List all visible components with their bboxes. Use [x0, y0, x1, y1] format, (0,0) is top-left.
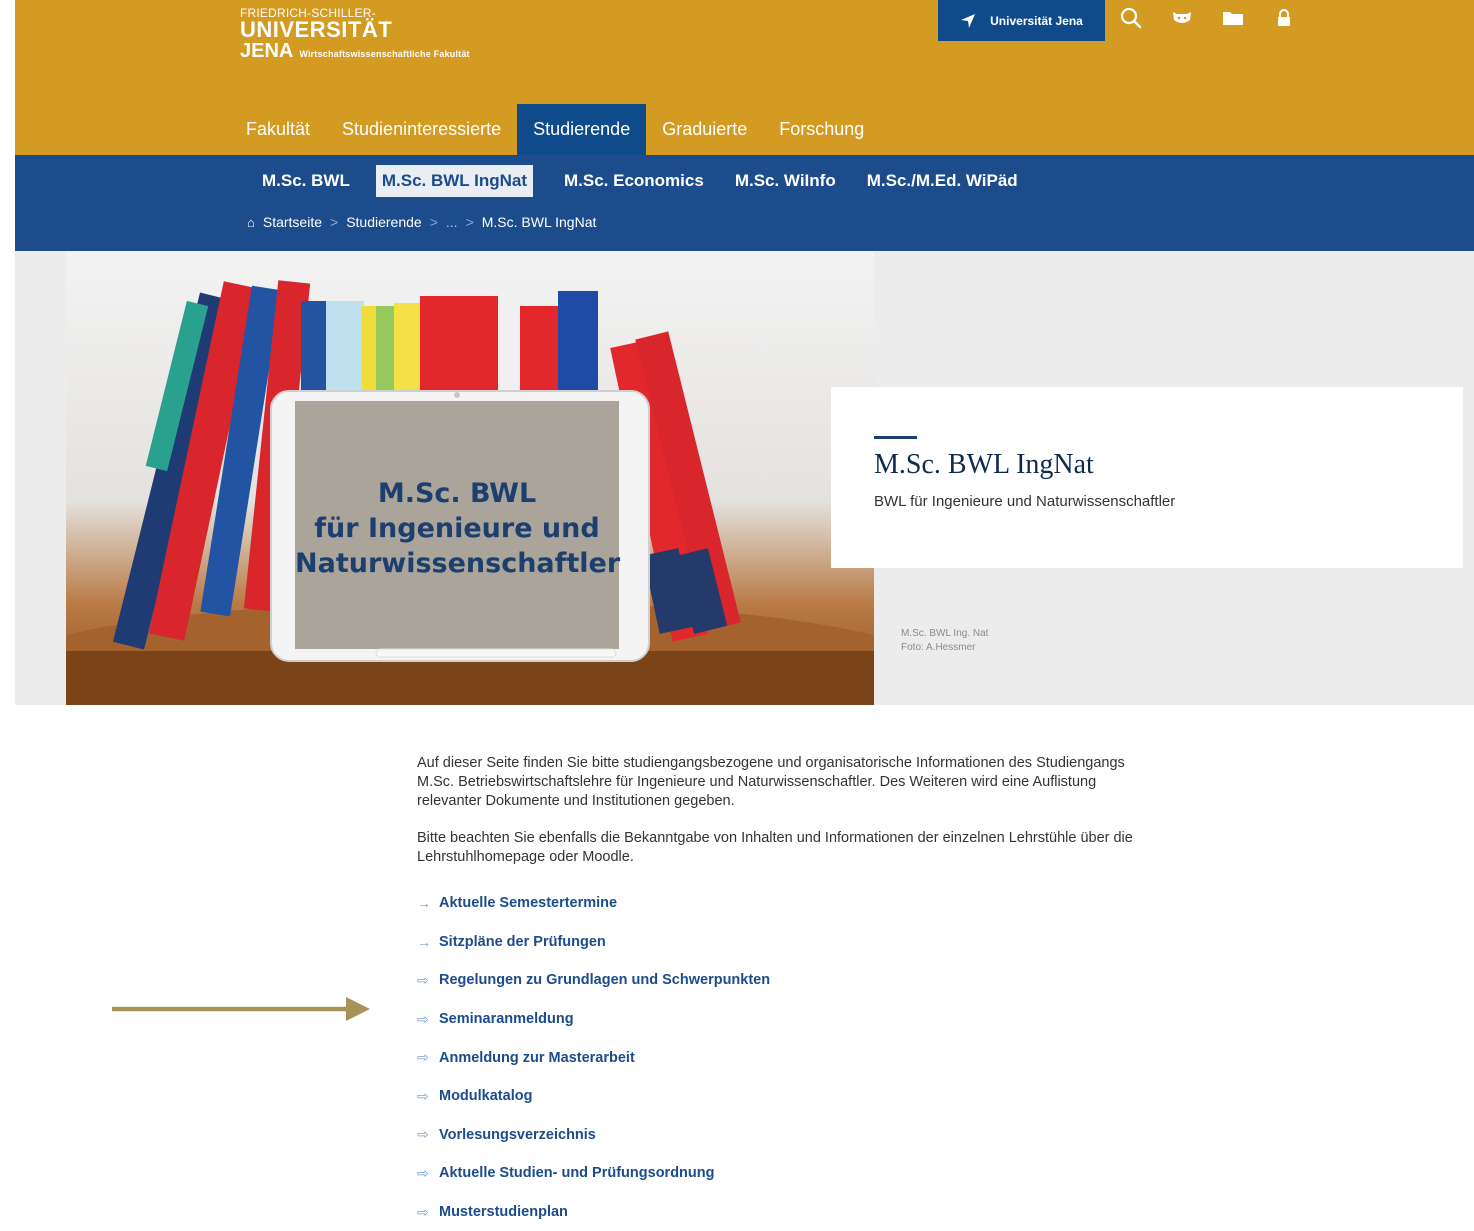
link-seminaranmeldung[interactable]: ⇨ Seminaranmeldung — [417, 1000, 770, 1039]
caption-line-2: Foto: A.Hessmer — [901, 642, 976, 653]
hero-title-card: M.Sc. BWL IngNat BWL für Ingenieure und … — [831, 387, 1463, 568]
subnav-msc-economics[interactable]: M.Sc. Economics — [549, 165, 714, 197]
link-label[interactable]: Aktuelle Semestertermine — [439, 895, 617, 911]
nav-studieninteressierte[interactable]: Studieninteressierte — [326, 104, 517, 155]
home-icon[interactable]: ⌂ — [247, 215, 255, 230]
university-logo[interactable]: FRIEDRICH-SCHILLER- UNIVERSITÄT JENA Wirt… — [240, 6, 470, 65]
sub-navigation-bar: M.Sc. BWL M.Sc. BWL IngNat M.Sc. Economi… — [15, 155, 1474, 251]
link-label[interactable]: Musterstudienplan — [439, 1204, 568, 1220]
link-modulkatalog[interactable]: ⇨ Modulkatalog — [417, 1077, 770, 1116]
link-anmeldung-masterarbeit[interactable]: ⇨ Anmeldung zur Masterarbeit — [417, 1038, 770, 1077]
page-subtitle: BWL für Ingenieure und Naturwissenschaft… — [874, 493, 1176, 510]
link-label[interactable]: Aktuelle Studien- und Prüfungsordnung — [439, 1165, 714, 1181]
breadcrumb-home[interactable]: Startseite — [263, 214, 322, 230]
sub-navigation: M.Sc. BWL M.Sc. BWL IngNat M.Sc. Economi… — [247, 165, 1028, 197]
breadcrumb-separator: > — [330, 214, 339, 230]
logo-line-3: JENA Wirtschaftswissenschaftliche Fakultä… — [240, 40, 470, 65]
hero-image: M.Sc. BWL für Ingenieure und Naturwissen… — [66, 251, 874, 705]
nav-fakultaet[interactable]: Fakultät — [230, 104, 326, 155]
intro-paragraph-2: Bitte beachten Sie ebenfalls die Bekannt… — [417, 830, 1133, 865]
external-link-icon: ⇨ — [417, 1010, 429, 1027]
page-title: M.Sc. BWL IngNat — [874, 449, 1094, 480]
breadcrumb: ⌂ Startseite > Studierende > ... > M.Sc.… — [247, 214, 596, 230]
caption-line-1: M.Sc. BWL Ing. Nat — [901, 628, 989, 639]
tablet-text-line-2: für Ingenieure und — [314, 513, 600, 544]
image-caption: M.Sc. BWL Ing. Nat Foto: A.Hessmer — [901, 627, 988, 655]
title-accent-bar — [874, 436, 917, 439]
external-link-icon: ⇨ — [417, 1203, 429, 1220]
link-label[interactable]: Sitzpläne der Prüfungen — [439, 934, 606, 950]
external-link-icon: ⇨ — [417, 971, 429, 988]
link-label[interactable]: Anmeldung zur Masterarbeit — [439, 1050, 635, 1066]
link-label[interactable]: Seminaranmeldung — [439, 1011, 574, 1027]
nav-graduierte[interactable]: Graduierte — [646, 104, 763, 155]
breadcrumb-ellipsis[interactable]: ... — [446, 214, 458, 230]
link-sitzplaene[interactable]: → Sitzpläne der Prüfungen — [417, 923, 770, 962]
subnav-msc-wipaed[interactable]: M.Sc./M.Ed. WiPäd — [852, 165, 1028, 197]
link-list: → Aktuelle Semestertermine → Sitzpläne d… — [417, 884, 770, 1231]
breadcrumb-current: M.Sc. BWL IngNat — [481, 214, 597, 230]
link-vorlesungsverzeichnis[interactable]: ⇨ Vorlesungsverzeichnis — [417, 1116, 770, 1155]
arrow-right-icon: → — [417, 895, 431, 912]
nav-studierende[interactable]: Studierende — [517, 104, 647, 155]
breadcrumb-separator: > — [429, 214, 438, 230]
subnav-msc-wiinfo[interactable]: M.Sc. WiInfo — [720, 165, 846, 197]
main-navigation: Fakultät Studieninteressierte Studierend… — [230, 104, 880, 155]
tablet-text-line-1: M.Sc. BWL — [377, 478, 537, 509]
arrow-right-icon: → — [417, 933, 431, 950]
annotation-arrow-icon — [112, 997, 370, 1021]
link-musterstudienplan[interactable]: ⇨ Musterstudienplan — [417, 1193, 770, 1231]
link-label[interactable]: Regelungen zu Grundlagen und Schwerpunkt… — [439, 972, 770, 988]
link-label[interactable]: Modulkatalog — [439, 1088, 532, 1104]
external-link-icon: ⇨ — [417, 1087, 429, 1104]
tablet-text: M.Sc. BWL für Ingenieure und Naturwissen… — [295, 476, 621, 581]
cat-icon[interactable] — [1170, 6, 1194, 30]
link-label[interactable]: Vorlesungsverzeichnis — [439, 1127, 596, 1143]
search-icon[interactable] — [1119, 6, 1143, 30]
universitaet-jena-button[interactable]: Universität Jena — [938, 0, 1105, 41]
nav-forschung[interactable]: Forschung — [763, 104, 880, 155]
intro-content: Auf dieser Seite finden Sie bitte studie… — [417, 754, 1157, 885]
location-arrow-icon — [961, 13, 976, 28]
logo-line-2: UNIVERSITÄT — [240, 17, 393, 42]
logo-jena: JENA — [240, 40, 294, 62]
link-aktuelle-semestertermine[interactable]: → Aktuelle Semestertermine — [417, 884, 770, 923]
folder-icon[interactable] — [1221, 6, 1245, 30]
breadcrumb-studierende[interactable]: Studierende — [346, 214, 422, 230]
tablet-text-line-3: Naturwissenschaftler — [295, 548, 621, 579]
breadcrumb-separator: > — [465, 214, 474, 230]
logo-faculty: Wirtschaftswissenschaftliche Fakultät — [299, 49, 470, 59]
subnav-msc-bwl-ingnat[interactable]: M.Sc. BWL IngNat — [375, 165, 533, 197]
universitaet-jena-label: Universität Jena — [990, 13, 1083, 28]
lock-icon[interactable] — [1272, 6, 1296, 30]
link-pruefungsordnung[interactable]: ⇨ Aktuelle Studien- und Prüfungsordnung — [417, 1154, 770, 1193]
link-regelungen[interactable]: ⇨ Regelungen zu Grundlagen und Schwerpun… — [417, 961, 770, 1000]
subnav-msc-bwl[interactable]: M.Sc. BWL — [247, 165, 360, 197]
external-link-icon: ⇨ — [417, 1049, 429, 1066]
external-link-icon: ⇨ — [417, 1126, 429, 1143]
external-link-icon: ⇨ — [417, 1164, 429, 1181]
intro-paragraph-1: Auf dieser Seite finden Sie bitte studie… — [417, 755, 1125, 809]
